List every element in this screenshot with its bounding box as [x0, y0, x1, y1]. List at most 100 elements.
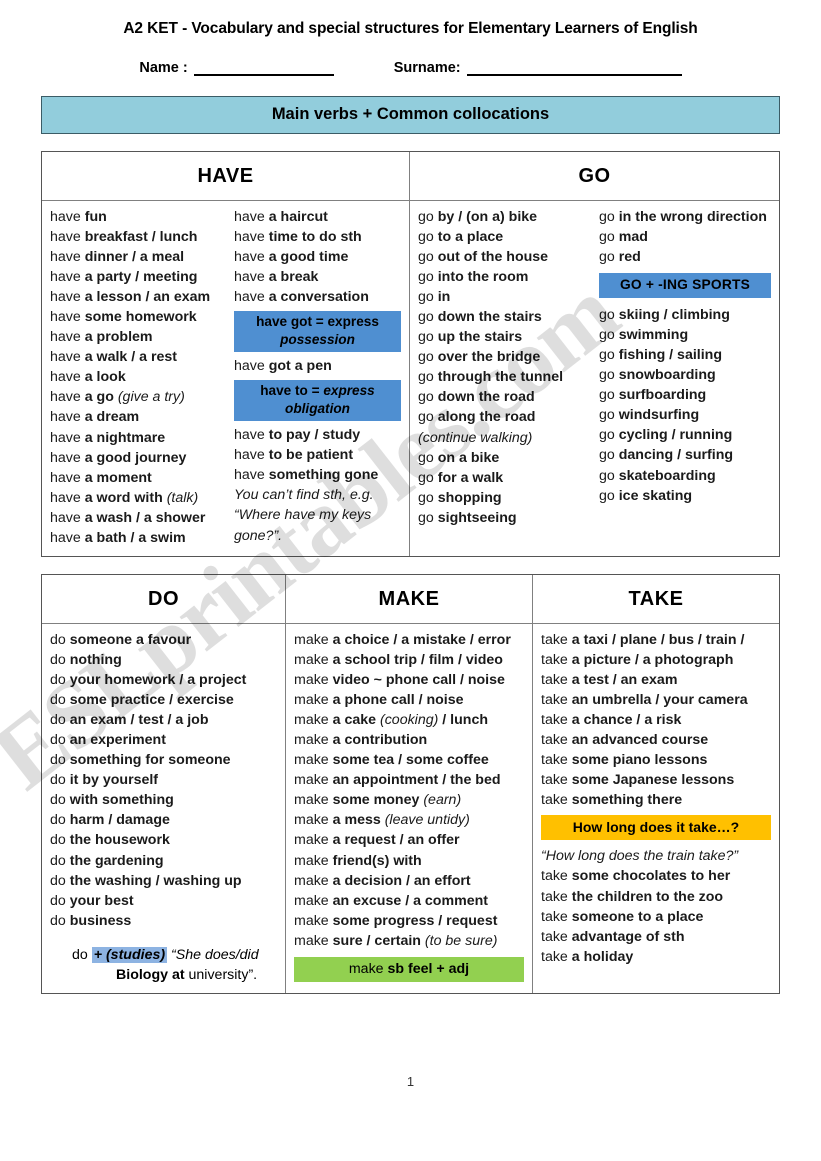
collocation-entry: take the children to the zoo [541, 887, 779, 907]
entry-verb: take [541, 888, 572, 905]
entry-verb: make [294, 732, 333, 749]
entry-collocation: an advanced course [571, 732, 709, 749]
entry-collocation: some piano lessons [571, 752, 708, 769]
entry-collocation: harm / damage [69, 812, 170, 829]
entry-collocation: along the road [437, 409, 536, 426]
have-column-1: have fun have breakfast / lunch have dinne… [42, 201, 226, 556]
collocation-entry: make an appointment / the bed [294, 770, 532, 790]
entry-verb: go [418, 369, 438, 386]
column-header-have: HAVE [197, 165, 254, 187]
entry-collocation: an experiment [69, 732, 166, 749]
entry-collocation: nothing [69, 652, 122, 669]
collocation-entry: do with something [50, 790, 285, 810]
entry-verb: make [294, 672, 333, 689]
entry-collocation: skateboarding [618, 467, 716, 484]
entry-note: (cooking) [379, 712, 439, 729]
collocation-entry: have dinner / a meal [50, 247, 226, 267]
entry-collocation: your homework / a project [69, 672, 247, 689]
collocation-entry: do someone a favour [50, 630, 285, 650]
studies-highlight: + (studies) [91, 946, 168, 963]
collocation-entry: have a look [50, 367, 226, 387]
badge-verb: make [348, 960, 388, 977]
entry-verb: take [541, 632, 572, 648]
entry-collocation: a walk / a rest [84, 349, 177, 366]
entry-verb: have [50, 309, 85, 326]
collocation-entry: do your homework / a project [50, 670, 285, 690]
entry-collocation: shopping [437, 489, 502, 506]
collocation-entry: take some piano lessons [541, 750, 779, 770]
entry-verb: have [50, 529, 85, 546]
have-column-2: have a haircut have time to do sth have a … [226, 201, 409, 556]
entry-collocation: some money [332, 792, 424, 809]
entry-collocation: dinner / a meal [84, 249, 185, 266]
entry-verb: have [50, 469, 85, 486]
entry-collocation: a lesson / an exam [84, 289, 211, 306]
collocation-entry: do business [50, 911, 285, 931]
collocation-entry: go skiing / climbing [599, 305, 779, 325]
entry-collocation: an excuse / a comment [332, 892, 488, 909]
entry-verb: take [541, 792, 572, 809]
entry-verb: do [50, 872, 70, 889]
collocation-entry: have a good journey [50, 448, 226, 468]
grammar-note-line-1: have to = express [260, 383, 375, 399]
collocation-entry: take a chance / a risk [541, 710, 779, 730]
entry-collocation: a choice / a mistake / error [332, 632, 511, 648]
entry-verb: do [50, 792, 70, 809]
entry-collocation: out of the house [437, 249, 549, 266]
studies-quote-part-1: “She does/did [167, 946, 259, 963]
name-input-line[interactable] [193, 61, 334, 76]
collocation-entry: make a cake (cooking) / lunch [294, 710, 532, 730]
entry-verb: make [294, 892, 333, 909]
entry-collocation: a look [84, 369, 126, 386]
table-body-row: do someone a favour do nothing do your hom… [42, 624, 779, 993]
table-body-row: have fun have breakfast / lunch have dinne… [42, 201, 779, 556]
collocation-entry: have to pay / study [234, 425, 409, 445]
entry-collocation: a decision / an effort [332, 872, 471, 889]
entry-verb: go [599, 327, 619, 344]
surname-input-line[interactable] [466, 61, 682, 76]
entry-verb: go [599, 367, 619, 384]
collocation-entry: do something for someone [50, 750, 285, 770]
collocation-entry: take advantage of sth [541, 927, 779, 947]
entry-collocation: surfboarding [618, 387, 707, 404]
collocation-entry: have a party / meeting [50, 267, 226, 287]
entry-collocation: some tea / some coffee [332, 752, 489, 769]
collocation-entry: go windsurfing [599, 405, 779, 425]
entry-collocation: a party / meeting [84, 269, 198, 286]
go-column-2: go in the wrong direction go mad go red GO … [591, 201, 779, 556]
entry-verb: go [418, 509, 438, 526]
section-banner: Main verbs + Common collocations [41, 96, 780, 134]
entry-verb: have [50, 369, 85, 386]
studies-quote-part-2: university”. [188, 966, 258, 983]
entry-collocation: a break [268, 269, 319, 286]
explanatory-note: “How long does the train take?” [541, 848, 739, 865]
entry-verb: go [599, 347, 619, 364]
entry-verb: have [50, 389, 85, 406]
entry-collocation: up the stairs [437, 329, 523, 346]
collocation-entry: make sure / certain (to be sure) [294, 931, 532, 951]
collocation-entry: make some tea / some coffee [294, 750, 532, 770]
entry-note: (give a try) [113, 389, 185, 406]
entry-note: (earn) [423, 792, 462, 809]
entry-verb: go [418, 489, 438, 506]
entry-verb: go [418, 409, 438, 426]
collocation-entry: take some chocolates to her [541, 866, 779, 886]
collocation-entry: have a nightmare [50, 428, 226, 448]
entry-collocation: a wash / a shower [84, 509, 206, 526]
entry-collocation: someone to a place [571, 908, 704, 925]
collocation-entry: have breakfast / lunch [50, 227, 226, 247]
entry-verb: go [418, 209, 438, 225]
entry-verb: go [418, 469, 438, 486]
entry-verb: have [50, 349, 85, 366]
collocation-entry: have a word with (talk) [50, 488, 226, 508]
entry-verb: do [50, 912, 70, 929]
entry-collocation: a school trip / film / video [332, 652, 503, 669]
entry-verb: do [50, 812, 70, 829]
entry-verb: go [599, 307, 619, 324]
collocation-entry: do the housework [50, 830, 285, 850]
entry-collocation: some homework [84, 309, 197, 326]
entry-verb: have [50, 289, 85, 306]
collocation-entry: go into the room [418, 267, 591, 287]
table-header-row: HAVE GO [42, 152, 779, 201]
entry-note: (leave untidy) [384, 812, 470, 829]
